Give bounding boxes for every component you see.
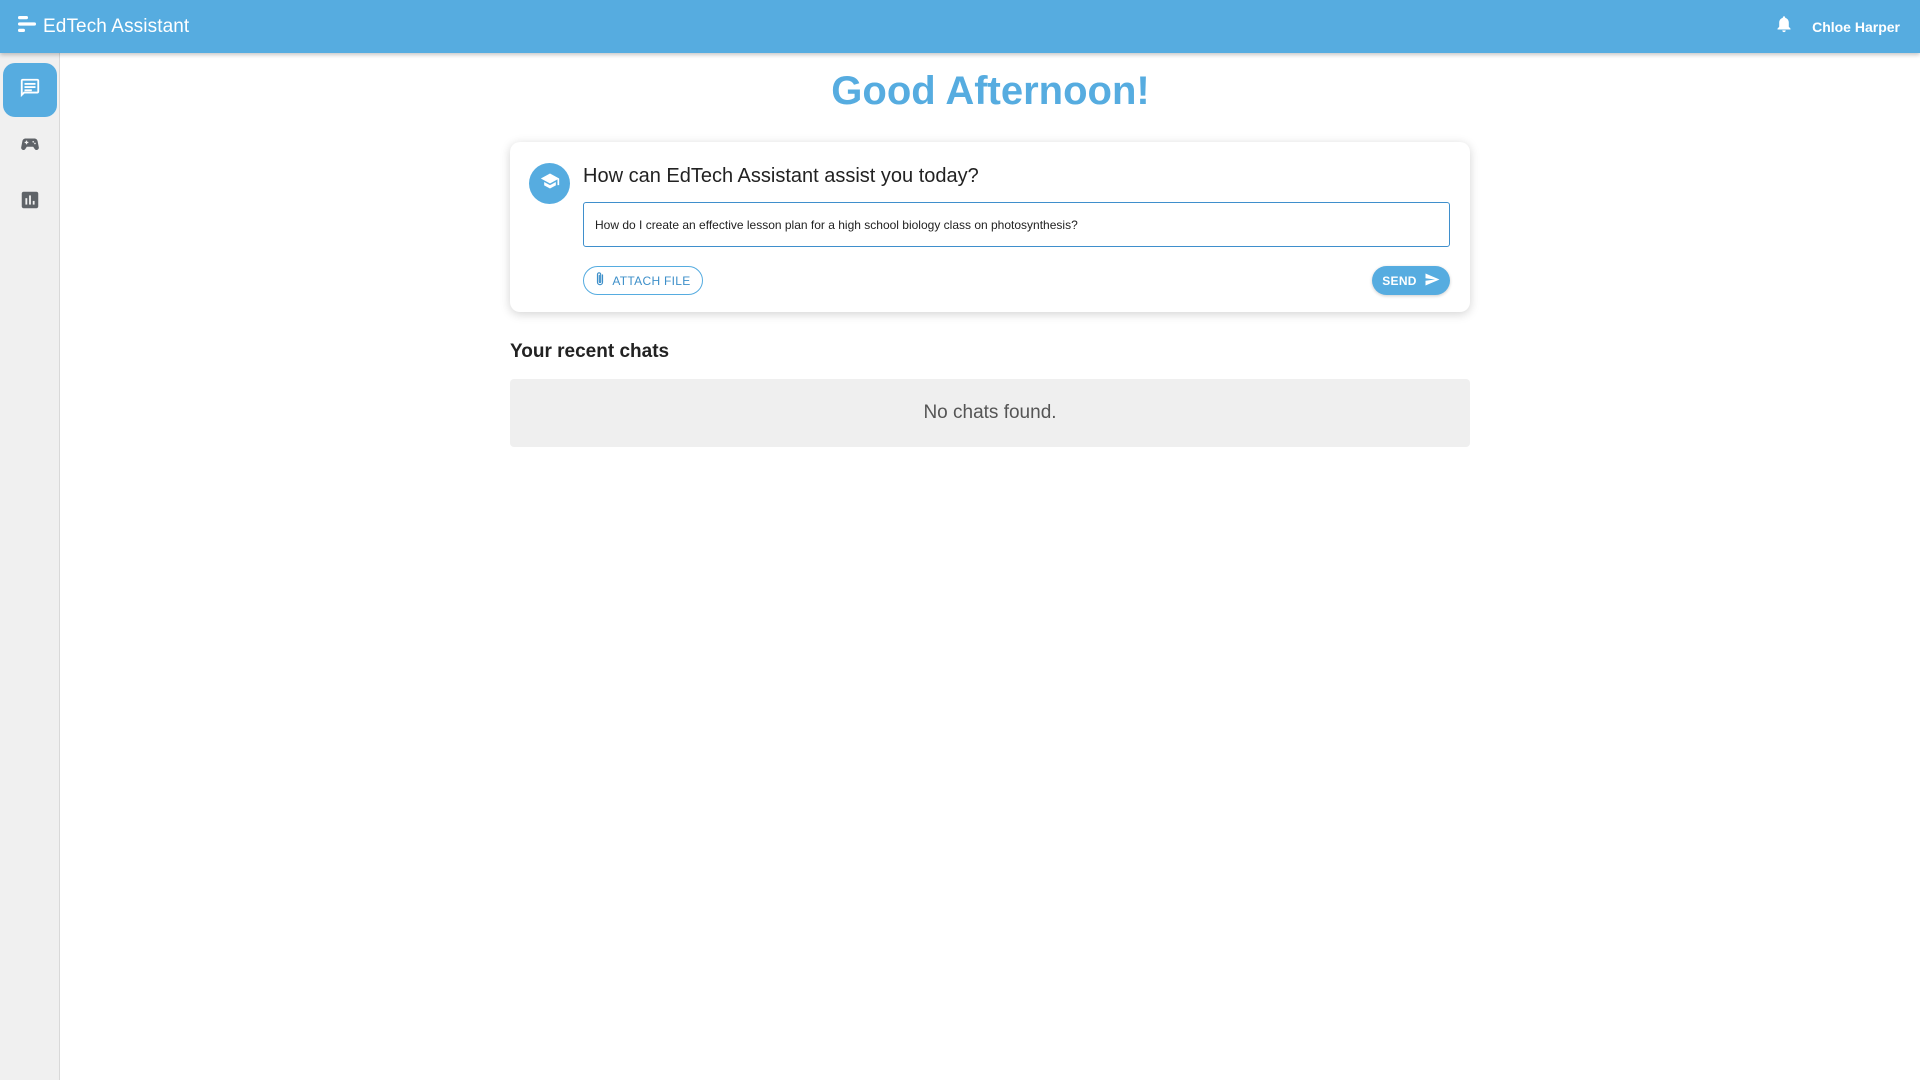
send-icon <box>1425 273 1440 289</box>
chat-icon <box>19 77 41 104</box>
gamepad-icon <box>19 133 41 160</box>
assistant-avatar <box>529 163 570 204</box>
app-title: EdTech Assistant <box>43 15 190 37</box>
user-name[interactable]: Chloe Harper <box>1812 19 1900 35</box>
top-app-bar: EdTech Assistant Chloe Harper <box>0 0 1920 53</box>
sidebar-item-games[interactable] <box>3 119 57 173</box>
topbar-right: Chloe Harper <box>1776 15 1900 38</box>
assistant-prompt-card: How can EdTech Assistant assist you toda… <box>510 142 1470 312</box>
menu-open-icon[interactable] <box>17 14 37 39</box>
empty-state-message: No chats found. <box>923 402 1057 423</box>
graduation-cap-icon <box>540 171 560 196</box>
send-label: SEND <box>1382 273 1417 288</box>
sidebar-item-chat[interactable] <box>3 63 57 117</box>
prompt-heading: How can EdTech Assistant assist you toda… <box>583 165 979 187</box>
bar-chart-icon <box>19 189 41 216</box>
send-button[interactable]: SEND <box>1372 266 1450 295</box>
sidebar-item-analytics[interactable] <box>3 175 57 229</box>
greeting-title: Good Afternoon! <box>831 69 1150 113</box>
attach-file-label: ATTACH FILE <box>612 273 691 288</box>
main-content: Good Afternoon! How can EdTech Assistant… <box>61 53 1920 1080</box>
recent-chats-empty-state: No chats found. <box>510 379 1470 447</box>
sidebar <box>0 53 60 1080</box>
bell-icon[interactable] <box>1776 15 1792 38</box>
paperclip-icon <box>595 271 605 290</box>
attach-file-button[interactable]: ATTACH FILE <box>583 266 703 295</box>
recent-chats-title: Your recent chats <box>510 341 670 362</box>
prompt-input[interactable] <box>583 202 1450 247</box>
brand[interactable]: EdTech Assistant <box>17 14 189 39</box>
